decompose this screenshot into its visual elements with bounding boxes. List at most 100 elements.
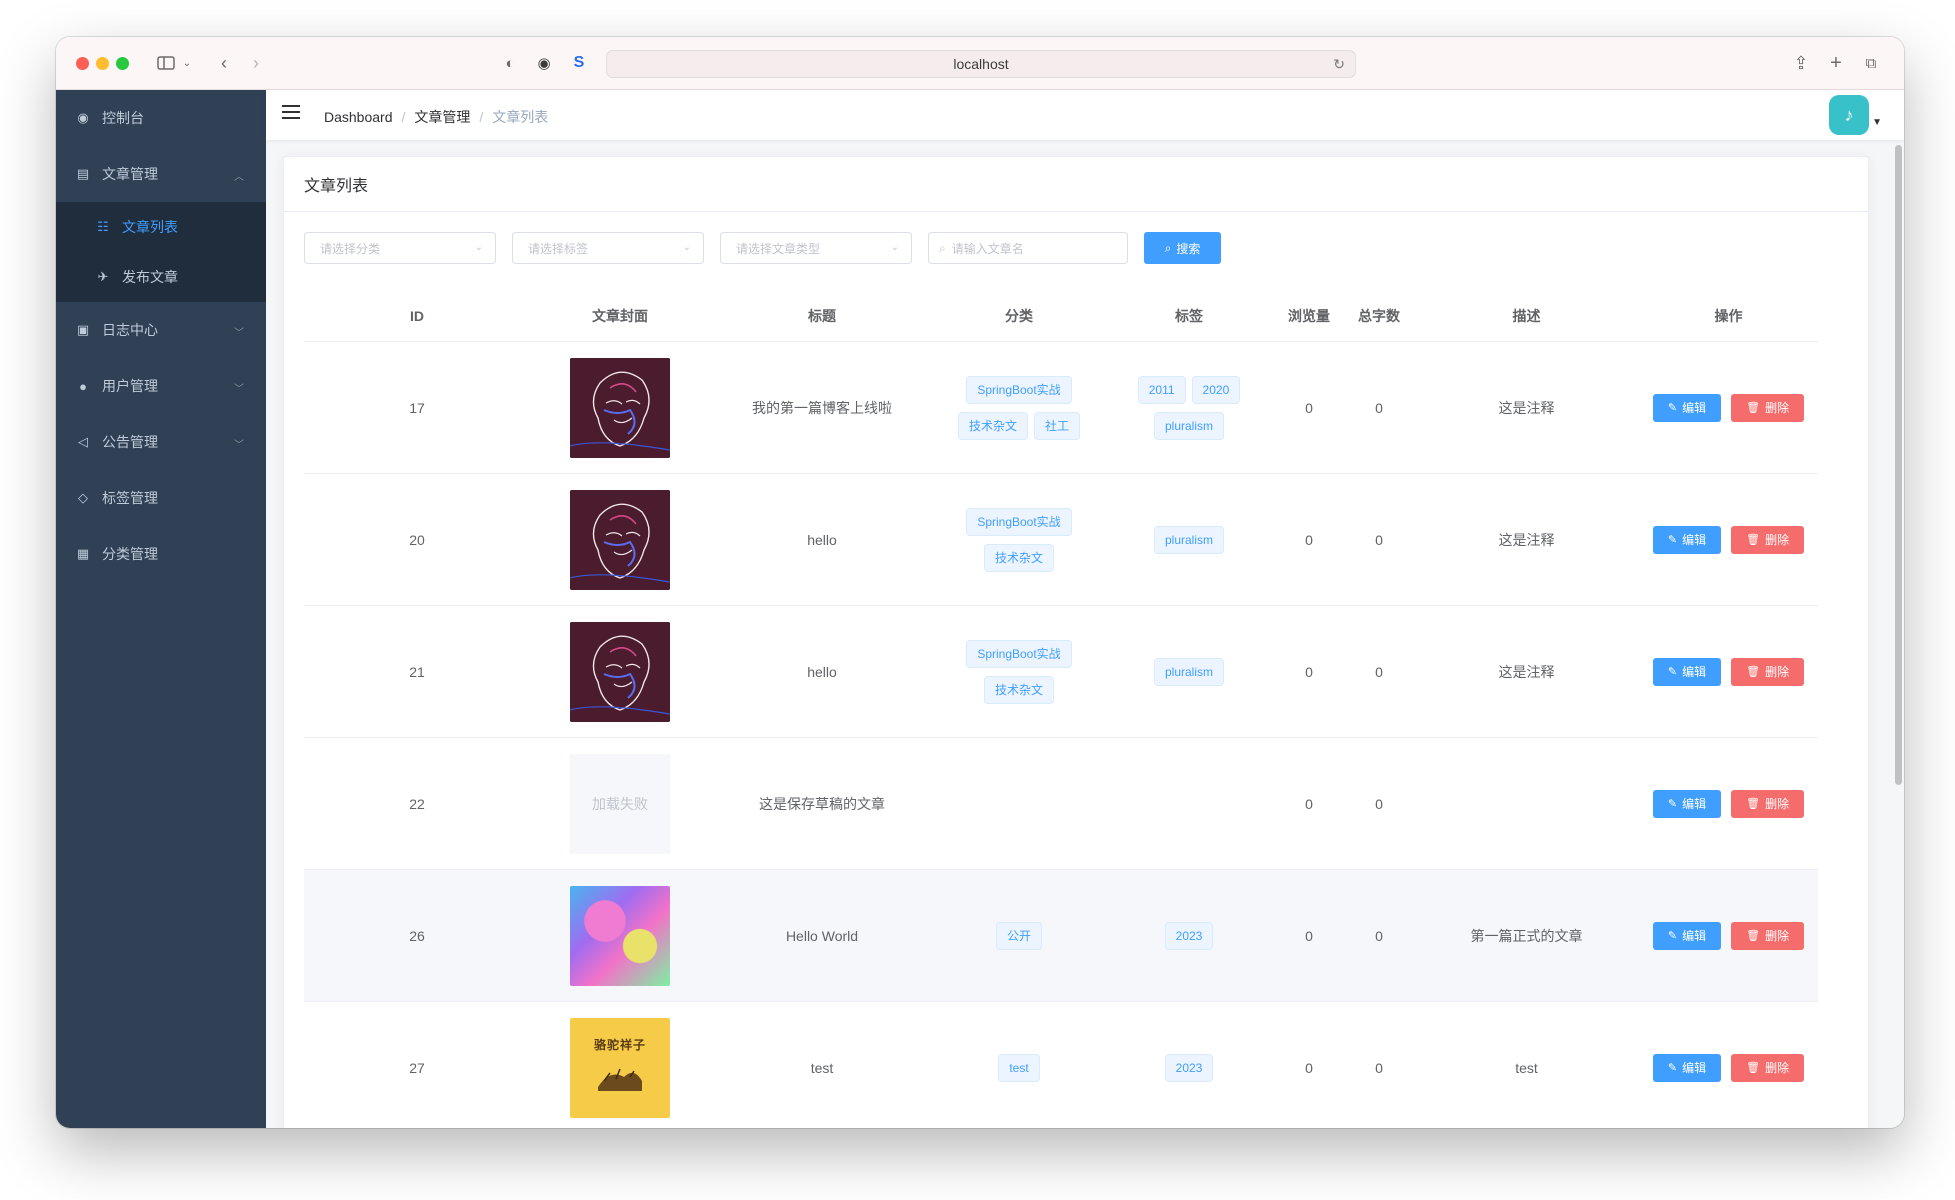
address-bar[interactable]: localhost ↻ — [606, 50, 1356, 78]
header-cover: 文章封面 — [592, 307, 648, 324]
hamburger-icon[interactable] — [282, 105, 300, 121]
cell-description: 第一篇正式的文章 — [1470, 927, 1583, 944]
delete-button[interactable]: 🗑 删除 — [1731, 393, 1805, 422]
category-tag[interactable]: 技术杂文 — [957, 411, 1028, 440]
new-tab-icon[interactable]: + — [1826, 49, 1846, 77]
chevron-down-icon: ⌄ — [474, 242, 483, 253]
back-icon[interactable]: ‹ — [214, 49, 234, 77]
cover-image[interactable] — [570, 621, 670, 722]
cover-image[interactable] — [570, 489, 670, 590]
filter-bar: 请选择分类 ⌄ 请选择标签 ⌄ 请选择文章类型 ⌄ ⌕ 请输入文章名 ⌕ 搜索 — [304, 232, 1221, 264]
cell-operations: ✎ 编辑 🗑 删除 — [1639, 789, 1818, 818]
cover-image[interactable] — [570, 885, 670, 986]
record-icon[interactable]: ◉ — [534, 49, 554, 77]
edit-button[interactable]: ✎ 编辑 — [1652, 789, 1722, 818]
category-tag[interactable]: 社工 — [1034, 411, 1081, 440]
cover-error-text: 加载失败 — [592, 795, 648, 812]
sidebar-subitem-label: 发布文章 — [122, 269, 178, 285]
forward-icon[interactable]: › — [246, 49, 266, 77]
tag-badge[interactable]: pluralism — [1153, 657, 1224, 686]
cell-operations: ✎ 编辑 🗑 删除 — [1639, 393, 1818, 422]
breadcrumb-item-article-manage[interactable]: 文章管理 — [414, 107, 470, 127]
sidebar-item-1[interactable]: ▤ 文章管理 ︿ — [56, 146, 266, 202]
maximize-window-button[interactable] — [116, 57, 129, 70]
edit-button-label: 编辑 — [1682, 1061, 1707, 1075]
minimize-window-button[interactable] — [96, 57, 109, 70]
category-tag[interactable]: SpringBoot实战 — [966, 639, 1072, 668]
breadcrumb-item-dashboard[interactable]: Dashboard — [324, 109, 393, 125]
header-title: 标题 — [808, 307, 836, 324]
delete-button-label: 删除 — [1765, 401, 1790, 415]
tag-badge[interactable]: 2023 — [1164, 1053, 1214, 1082]
cell-words: 0 — [1375, 1059, 1383, 1076]
close-window-button[interactable] — [76, 57, 89, 70]
chevron-down-icon[interactable]: ⌄ — [180, 49, 194, 77]
table-header: ID 文章封面 标题 分类 标签 浏览量 总字数 描述 操作 — [304, 290, 1818, 342]
category-tag[interactable]: test — [998, 1053, 1040, 1082]
delete-button[interactable]: 🗑 删除 — [1731, 789, 1805, 818]
extension-icon[interactable]: S — [569, 49, 589, 77]
sidebar-item-5[interactable]: ◇ 标签管理 — [56, 470, 266, 526]
category-tag[interactable]: 技术杂文 — [983, 675, 1054, 704]
delete-button[interactable]: 🗑 删除 — [1731, 1053, 1805, 1082]
scrollbar[interactable] — [1895, 145, 1902, 785]
sidebar-item-6[interactable]: ▦ 分类管理 — [56, 526, 266, 582]
sidebar-subitem-0[interactable]: ☷ 文章列表 — [56, 202, 266, 252]
avatar[interactable]: ♪ — [1829, 95, 1869, 135]
sidebar-item-label: 控制台 — [102, 110, 144, 126]
edit-button[interactable]: ✎ 编辑 — [1652, 393, 1722, 422]
sidebar-item-0[interactable]: ◉ 控制台 — [56, 90, 266, 146]
edit-button[interactable]: ✎ 编辑 — [1652, 921, 1722, 950]
edit-icon: ✎ — [1667, 1062, 1678, 1074]
dashboard-icon: ◉ — [77, 110, 89, 125]
category-tag[interactable]: SpringBoot实战 — [966, 375, 1072, 404]
edit-button[interactable]: ✎ 编辑 — [1652, 657, 1722, 686]
tag-badge[interactable]: pluralism — [1153, 525, 1224, 554]
cell-tags: 2011 2020 pluralism — [1104, 372, 1274, 444]
cell-operations: ✎ 编辑 🗑 删除 — [1639, 657, 1818, 686]
cell-title: 我的第一篇博客上线啦 — [752, 399, 892, 416]
tag-select-placeholder: 请选择标签 — [528, 241, 589, 256]
tabs-overview-icon[interactable]: ⧉ — [1861, 49, 1881, 77]
sidebar-item-2[interactable]: ▣ 日志中心 ﹀ — [56, 302, 266, 358]
search-button[interactable]: ⌕ 搜索 — [1144, 232, 1221, 264]
delete-button-label: 删除 — [1765, 1061, 1790, 1075]
edit-button[interactable]: ✎ 编辑 — [1652, 1053, 1722, 1082]
shield-icon[interactable]: ◐ — [500, 49, 520, 77]
cell-cover — [530, 885, 710, 986]
article-name-placeholder: 请输入文章名 — [951, 241, 1024, 256]
tag-badge[interactable]: 2011 — [1137, 375, 1186, 404]
tag-badge[interactable]: 2023 — [1164, 921, 1214, 950]
sidebar-item-3[interactable]: ● 用户管理 ﹀ — [56, 358, 266, 414]
sidebar-toggle-icon[interactable] — [154, 49, 178, 77]
reload-icon[interactable]: ↻ — [1333, 56, 1345, 73]
cell-id: 26 — [409, 927, 425, 944]
share-icon[interactable]: ⇪ — [1791, 49, 1811, 77]
cell-description: test — [1515, 1059, 1538, 1076]
delete-button[interactable]: 🗑 删除 — [1731, 657, 1805, 686]
article-name-input[interactable]: ⌕ 请输入文章名 — [928, 232, 1128, 264]
edit-button[interactable]: ✎ 编辑 — [1652, 525, 1722, 554]
delete-button[interactable]: 🗑 删除 — [1731, 921, 1805, 950]
tag-badge[interactable]: 2020 — [1191, 375, 1241, 404]
category-tag[interactable]: 公开 — [995, 921, 1042, 950]
cover-image[interactable] — [570, 357, 670, 458]
search-icon: ⌕ — [939, 240, 946, 255]
sidebar-item-4[interactable]: ◁ 公告管理 ﹀ — [56, 414, 266, 470]
cell-cover — [530, 489, 710, 590]
cover-image[interactable]: 骆驼祥子 — [570, 1017, 670, 1118]
article-type-select[interactable]: 请选择文章类型 ⌄ — [720, 232, 912, 264]
sidebar-subitem-1[interactable]: ✈ 发布文章 — [56, 252, 266, 302]
category-tag[interactable]: SpringBoot实战 — [966, 507, 1072, 536]
category-select[interactable]: 请选择分类 ⌄ — [304, 232, 496, 264]
caret-down-icon[interactable]: ▼ — [1872, 117, 1882, 128]
delete-button[interactable]: 🗑 删除 — [1731, 525, 1805, 554]
tag-badge[interactable]: pluralism — [1153, 411, 1224, 440]
article-list-card: 文章列表 请选择分类 ⌄ 请选择标签 ⌄ 请选择文章类型 ⌄ ⌕ 请输入文章名 — [283, 156, 1869, 1128]
send-icon: ✈ — [97, 269, 109, 284]
document-icon: ▤ — [76, 166, 90, 181]
tag-select[interactable]: 请选择标签 ⌄ — [512, 232, 704, 264]
cell-id: 27 — [409, 1059, 425, 1076]
category-tag[interactable]: 技术杂文 — [983, 543, 1054, 572]
chevron-down-icon: ﹀ — [234, 328, 244, 339]
